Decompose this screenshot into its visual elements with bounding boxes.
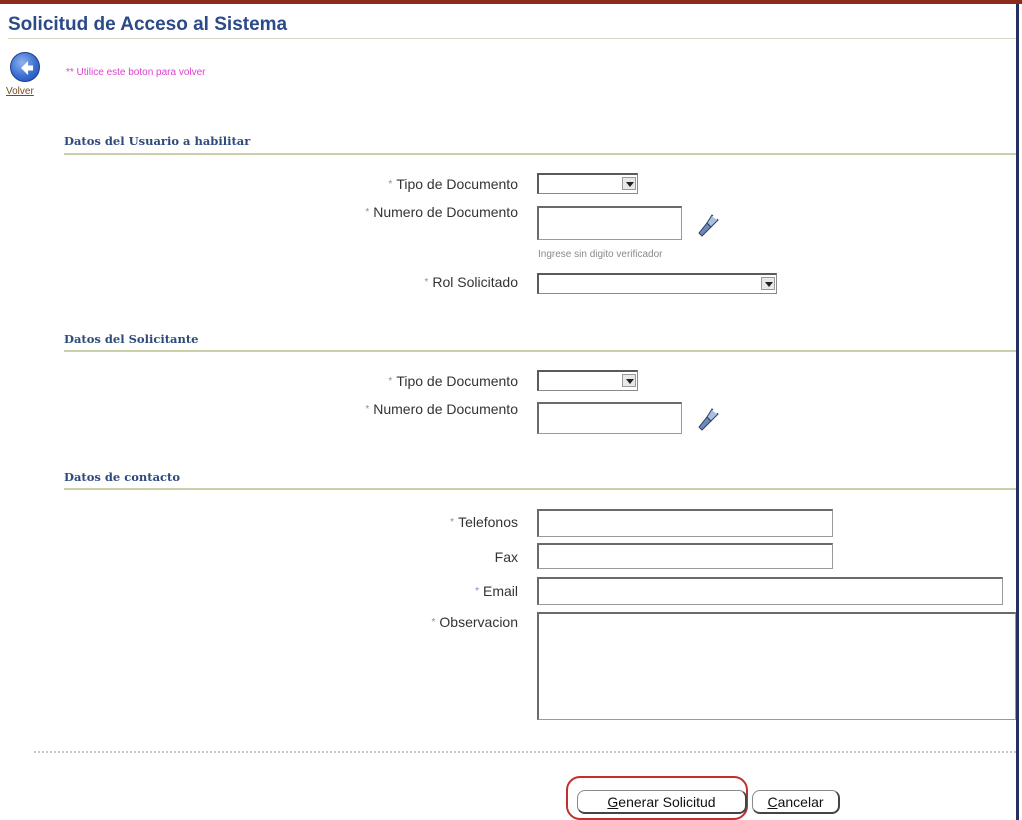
label-telefonos: * Telefonos	[450, 514, 518, 530]
required-marker: *	[475, 586, 479, 597]
chevron-down-icon[interactable]	[622, 374, 636, 387]
required-marker: *	[388, 179, 393, 190]
email-input[interactable]	[537, 577, 1003, 605]
label-observacion: * Observacion	[431, 614, 519, 630]
section-divider-usuario	[64, 153, 1016, 155]
generar-solicitud-button[interactable]: Generar Solicitud	[577, 790, 747, 814]
page-title: Solicitud de Acceso al Sistema	[8, 14, 288, 35]
label-fax: Fax	[494, 549, 518, 565]
back-button[interactable]	[10, 52, 40, 82]
required-marker: *	[424, 277, 429, 288]
section-divider-contacto	[64, 488, 1016, 490]
label-email: * Email	[475, 583, 518, 599]
label-usuario-num-doc: * Numero de Documento	[365, 204, 518, 220]
title-divider	[8, 38, 1016, 39]
section-title-usuario: Datos del Usuario a habilitar	[64, 134, 251, 148]
required-marker: *	[431, 617, 436, 628]
label-solicitante-tipo-doc: * Tipo de Documento	[388, 373, 518, 389]
right-edge-bar	[1016, 4, 1019, 820]
label-usuario-tipo-doc: * Tipo de Documento	[388, 176, 518, 192]
back-arrow-icon	[21, 61, 33, 75]
flashlight-search-icon[interactable]	[694, 211, 720, 239]
section-title-solicitante: Datos del Solicitante	[64, 332, 199, 346]
top-accent-bar	[0, 0, 1022, 4]
cancelar-button[interactable]: Cancelar	[752, 790, 840, 814]
usuario-tipo-doc-select[interactable]	[537, 173, 638, 194]
flashlight-search-icon[interactable]	[694, 405, 720, 433]
required-marker: *	[365, 404, 370, 415]
required-marker: *	[388, 376, 393, 387]
chevron-down-icon[interactable]	[622, 177, 636, 190]
usuario-num-doc-hint: Ingrese sin digito verificador	[538, 249, 663, 260]
solicitante-num-doc-input[interactable]	[537, 402, 682, 434]
chevron-down-icon[interactable]	[761, 277, 775, 290]
usuario-num-doc-input[interactable]	[537, 206, 682, 240]
section-title-contacto: Datos de contacto	[64, 470, 181, 484]
usuario-rol-select[interactable]	[537, 273, 777, 294]
required-marker: *	[365, 207, 370, 218]
telefonos-input[interactable]	[537, 509, 833, 537]
required-marker: *	[450, 517, 455, 528]
observacion-textarea[interactable]	[537, 612, 1016, 720]
back-hint: ** Utilice este boton para volver	[66, 67, 206, 78]
section-divider-solicitante	[64, 350, 1016, 352]
back-link[interactable]: Volver	[6, 86, 34, 97]
footer-divider	[34, 751, 1016, 753]
fax-input[interactable]	[537, 543, 833, 569]
label-usuario-rol: * Rol Solicitado	[424, 274, 518, 290]
label-solicitante-num-doc: * Numero de Documento	[365, 401, 518, 417]
solicitante-tipo-doc-select[interactable]	[537, 370, 638, 391]
